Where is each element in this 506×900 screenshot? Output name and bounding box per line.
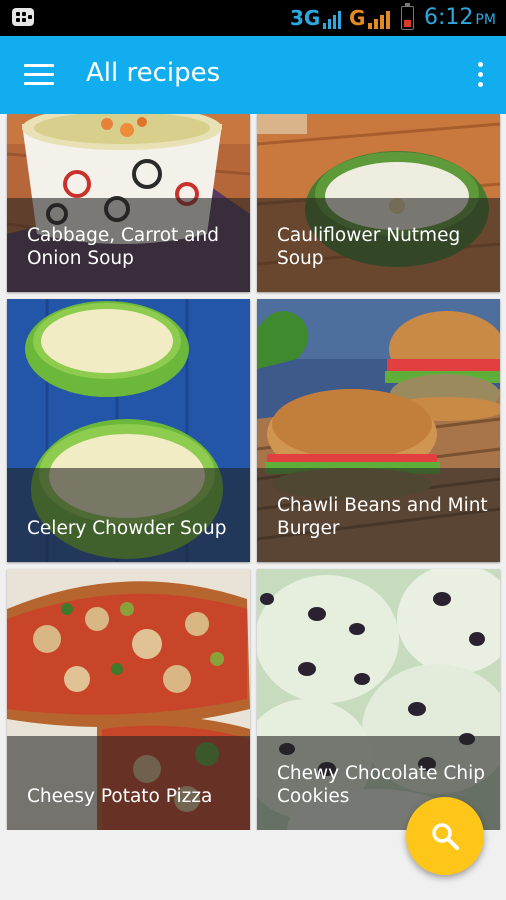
status-time: 6:12 PM xyxy=(424,5,496,30)
recipe-card[interactable]: Celery Chowder Soup xyxy=(7,299,250,562)
recipe-card[interactable]: Cabbage, Carrot and Onion Soup xyxy=(7,114,250,292)
signal-icon xyxy=(323,11,341,29)
network-type-3g: 3G xyxy=(290,6,321,30)
recipe-title: Cheesy Potato Pizza xyxy=(27,786,213,807)
recipe-caption: Cabbage, Carrot and Onion Soup xyxy=(7,198,250,292)
recipe-caption: Cauliflower Nutmeg Soup xyxy=(257,198,500,292)
recipe-title: Celery Chowder Soup xyxy=(27,518,227,539)
recipe-title: Chawli Beans and Mint Burger xyxy=(277,495,488,539)
recipe-card[interactable]: Cauliflower Nutmeg Soup xyxy=(257,114,500,292)
network-type-g: G xyxy=(349,6,366,30)
recipe-grid: Cabbage, Carrot and Onion Soup Cauliflow… xyxy=(0,114,506,830)
recipe-caption: Chawli Beans and Mint Burger xyxy=(257,468,500,562)
recipe-title: Cabbage, Carrot and Onion Soup xyxy=(27,225,219,269)
bbm-icon xyxy=(12,8,34,26)
recipe-caption: Cheesy Potato Pizza xyxy=(7,736,250,830)
page-title: All recipes xyxy=(86,58,221,88)
recipe-title: Cauliflower Nutmeg Soup xyxy=(277,225,461,269)
recipe-card[interactable]: Chewy Chocolate Chip Cookies xyxy=(257,569,500,830)
recipe-card[interactable]: Cheesy Potato Pizza xyxy=(7,569,250,830)
more-vertical-icon[interactable] xyxy=(472,62,488,88)
recipe-caption: Celery Chowder Soup xyxy=(7,468,250,562)
battery-icon xyxy=(401,3,414,30)
signal-icon-2 xyxy=(368,11,390,29)
app-bar: All recipes xyxy=(0,36,506,114)
status-bar: 3G G 6:12 PM xyxy=(0,0,506,36)
recipe-card[interactable]: Chawli Beans and Mint Burger xyxy=(257,299,500,562)
hamburger-menu-icon[interactable] xyxy=(24,64,54,86)
search-icon xyxy=(432,823,459,850)
search-fab-button[interactable] xyxy=(406,797,484,875)
